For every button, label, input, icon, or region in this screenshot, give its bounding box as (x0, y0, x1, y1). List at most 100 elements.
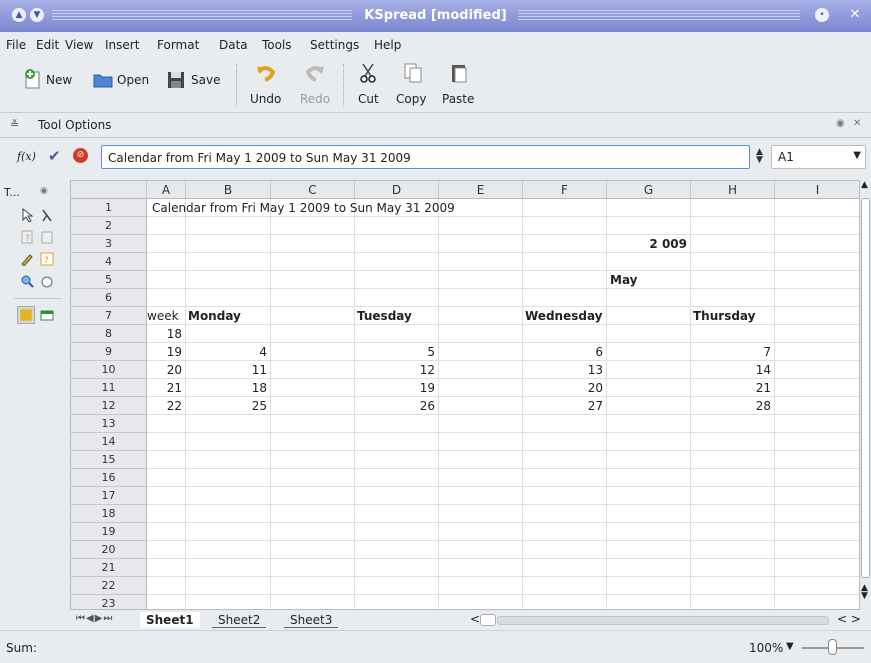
scroll-right-icon[interactable]: < > (837, 612, 861, 626)
column-header-i[interactable]: I (775, 181, 859, 199)
pencil-icon[interactable] (20, 252, 34, 266)
column-header-e[interactable]: E (439, 181, 523, 199)
menu-help[interactable]: Help (374, 38, 401, 52)
scroll-down-icon[interactable]: ▲ ▼ (861, 584, 868, 601)
cell-a10[interactable]: 20 (147, 361, 182, 379)
row-header-7[interactable]: 7 (71, 307, 147, 325)
undo-button[interactable]: Undo (247, 62, 287, 108)
cell-f11[interactable]: 20 (523, 379, 603, 397)
vertical-scroll-thumb[interactable] (861, 198, 870, 578)
row-header-21[interactable]: 21 (71, 559, 147, 577)
row-header-17[interactable]: 17 (71, 487, 147, 505)
tab-nav-icons[interactable]: ⏮◀▶⏭ (76, 613, 113, 624)
tab-sheet3[interactable]: Sheet3 (284, 612, 339, 628)
lambda-icon[interactable] (40, 208, 54, 222)
column-header-a[interactable]: A (147, 181, 186, 199)
row-header-10[interactable]: 10 (71, 361, 147, 379)
cell-h10[interactable]: 14 (691, 361, 771, 379)
row-header-14[interactable]: 14 (71, 433, 147, 451)
cell-d9[interactable]: 5 (355, 343, 435, 361)
row-header-15[interactable]: 15 (71, 451, 147, 469)
menu-view[interactable]: View (65, 38, 93, 52)
row-header-4[interactable]: 4 (71, 253, 147, 271)
cell-a8[interactable]: 18 (147, 325, 182, 343)
cell-h7[interactable]: Thursday (693, 307, 755, 325)
help-icon[interactable]: ? (40, 252, 54, 266)
row-header-19[interactable]: 19 (71, 523, 147, 541)
cell-a9[interactable]: 19 (147, 343, 182, 361)
row-header-1[interactable]: 1 (71, 199, 147, 217)
cancel-icon[interactable]: ⊘ (73, 148, 88, 163)
cell-b7[interactable]: Monday (188, 307, 241, 325)
row-header-2[interactable]: 2 (71, 217, 147, 235)
formula-input[interactable]: Calendar from Fri May 1 2009 to Sun May … (101, 145, 750, 169)
row-header-18[interactable]: 18 (71, 505, 147, 523)
cell-d11[interactable]: 19 (355, 379, 435, 397)
row-header-8[interactable]: 8 (71, 325, 147, 343)
column-header-f[interactable]: F (523, 181, 607, 199)
cell-b12[interactable]: 25 (186, 397, 267, 415)
spinner-icon[interactable]: ▲ ▼ (756, 148, 763, 165)
menu-tools[interactable]: Tools (262, 38, 292, 52)
menu-edit[interactable]: Edit (36, 38, 59, 52)
help-doc-icon[interactable]: ? (20, 230, 34, 244)
clipboard-icon[interactable] (40, 230, 54, 244)
zoom-value[interactable]: 100% (749, 641, 783, 655)
paste-button[interactable]: Paste (440, 62, 480, 108)
menu-format[interactable]: Format (157, 38, 199, 52)
cell-a11[interactable]: 21 (147, 379, 182, 397)
row-header-23[interactable]: 23 (71, 595, 147, 609)
close-panel-icon[interactable]: ✕ (853, 118, 861, 129)
zoom-slider-handle[interactable] (828, 639, 837, 655)
panel-float-icon[interactable]: ◉ (40, 186, 48, 196)
cell-d10[interactable]: 12 (355, 361, 435, 379)
zoom-chevron-down-icon[interactable]: ▼ (786, 641, 794, 652)
cell-f9[interactable]: 6 (523, 343, 603, 361)
horizontal-scroll-thumb[interactable] (480, 614, 496, 626)
new-button[interactable]: New (22, 66, 82, 96)
cell-b9[interactable]: 4 (186, 343, 267, 361)
cell-h11[interactable]: 21 (691, 379, 771, 397)
row-header-13[interactable]: 13 (71, 415, 147, 433)
cell-d7[interactable]: Tuesday (357, 307, 412, 325)
cell-a7[interactable]: week (147, 307, 179, 325)
function-icon[interactable]: f(x) (17, 150, 36, 163)
cell-f7[interactable]: Wednesday (525, 307, 603, 325)
cell-reference-select[interactable]: A1 ▼ (771, 145, 866, 169)
column-header-g[interactable]: G (607, 181, 691, 199)
cell-a1[interactable]: Calendar from Fri May 1 2009 to Sun May … (152, 199, 455, 217)
cell-b11[interactable]: 18 (186, 379, 267, 397)
corner-header[interactable] (71, 181, 147, 199)
zoom-icon[interactable] (20, 274, 34, 288)
cell-g3[interactable]: 2 009 (607, 235, 687, 253)
pointer-icon[interactable] (20, 208, 34, 222)
row-header-20[interactable]: 20 (71, 541, 147, 559)
cell-f12[interactable]: 27 (523, 397, 603, 415)
row-header-11[interactable]: 11 (71, 379, 147, 397)
horizontal-scroll-track[interactable] (497, 616, 829, 625)
collapse-icon[interactable]: ≚ (10, 118, 19, 131)
open-button[interactable]: Open (92, 66, 157, 96)
save-button[interactable]: Save (165, 66, 227, 96)
accept-check-icon[interactable]: ✔ (48, 147, 61, 165)
row-header-12[interactable]: 12 (71, 397, 147, 415)
cell-d12[interactable]: 26 (355, 397, 435, 415)
cell-g5[interactable]: May (610, 271, 638, 289)
minimize-icon[interactable]: • (815, 8, 829, 22)
cell-tool-icon[interactable] (17, 306, 35, 324)
cell-b10[interactable]: 11 (186, 361, 267, 379)
copy-button[interactable]: Copy (394, 62, 432, 108)
column-header-h[interactable]: H (691, 181, 775, 199)
cell-h9[interactable]: 7 (691, 343, 771, 361)
column-header-b[interactable]: B (186, 181, 271, 199)
cell-f10[interactable]: 13 (523, 361, 603, 379)
cell-h12[interactable]: 28 (691, 397, 771, 415)
row-header-22[interactable]: 22 (71, 577, 147, 595)
cell-a12[interactable]: 22 (147, 397, 182, 415)
row-header-9[interactable]: 9 (71, 343, 147, 361)
tab-sheet2[interactable]: Sheet2 (212, 612, 267, 628)
scroll-up-icon[interactable]: ▲ (861, 180, 868, 190)
row-header-3[interactable]: 3 (71, 235, 147, 253)
tab-sheet1[interactable]: Sheet1 (140, 612, 200, 628)
close-icon[interactable]: ✕ (848, 8, 862, 22)
